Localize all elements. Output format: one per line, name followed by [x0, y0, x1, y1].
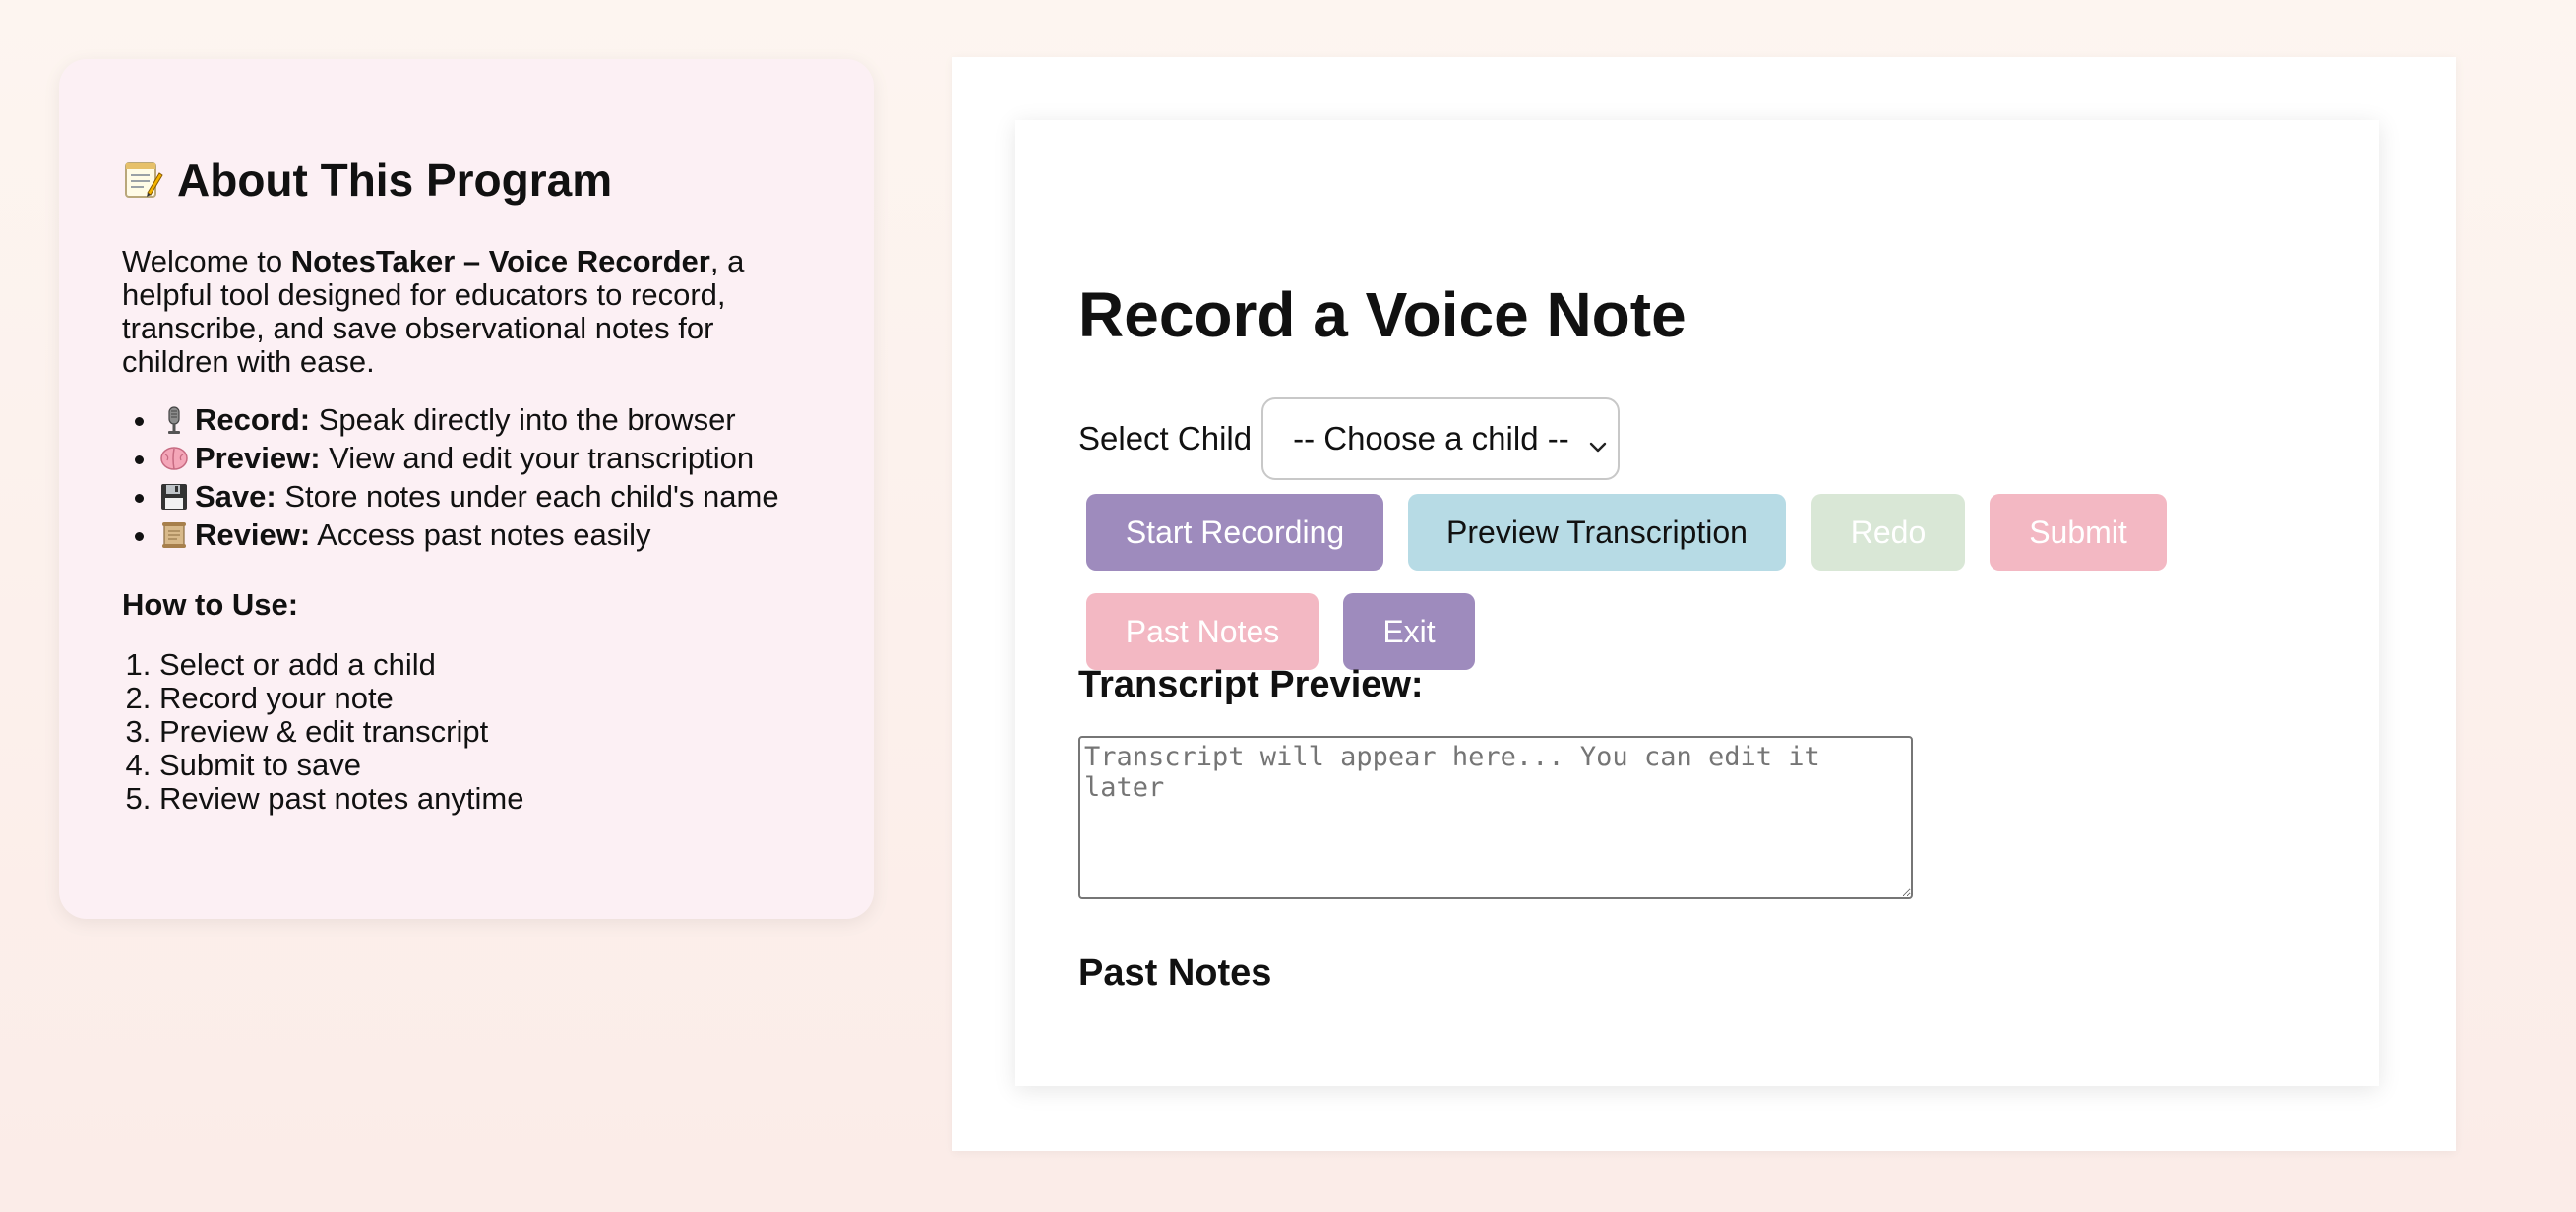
feature-text-preview: View and edit your transcription — [320, 440, 755, 475]
select-child-label: Select Child — [1078, 420, 1253, 456]
chevron-down-icon — [1586, 429, 1610, 453]
child-select-dropdown[interactable]: -- Choose a child -- — [1261, 397, 1621, 480]
past-notes-button[interactable]: Past Notes — [1086, 593, 1319, 670]
feature-label-save: Save: — [195, 478, 276, 514]
feature-text-save: Store notes under each child's name — [276, 478, 779, 514]
about-title-text: About This Program — [177, 154, 613, 206]
page-title: Record a Voice Note — [1078, 279, 1687, 350]
app-name: NotesTaker – Voice Recorder — [290, 243, 710, 278]
intro-paragraph: Welcome to NotesTaker – Voice Recorder, … — [122, 243, 811, 379]
about-sidebar: About This Program Welcome to NotesTaker… — [59, 59, 874, 919]
howto-step: Record your note — [159, 681, 811, 715]
howto-title: How to Use: — [122, 586, 299, 622]
past-notes-heading: Past Notes — [1078, 952, 1272, 994]
select-child-row: Select Child -- Choose a child -- — [1078, 397, 1621, 480]
transcript-textarea[interactable] — [1078, 736, 1913, 899]
exit-button[interactable]: Exit — [1343, 593, 1475, 670]
redo-button[interactable]: Redo — [1811, 494, 1965, 571]
feature-text-review: Access past notes easily — [310, 516, 651, 552]
submit-button[interactable]: Submit — [1990, 494, 2167, 571]
feature-label-preview: Preview: — [195, 440, 321, 475]
main-panel: Record a Voice Note Select Child -- Choo… — [952, 57, 2456, 1151]
scroll-icon — [159, 520, 189, 550]
howto-step: Preview & edit transcript — [159, 714, 811, 749]
feature-list: Record: Speak directly into the browser … — [122, 400, 811, 554]
child-select-value: -- Choose a child -- — [1293, 420, 1569, 456]
feature-label-review: Review: — [195, 516, 311, 552]
howto-step: Review past notes anytime — [159, 781, 811, 816]
memo-icon — [122, 159, 163, 201]
preview-transcription-button[interactable]: Preview Transcription — [1408, 494, 1786, 571]
recorder-card: Record a Voice Note Select Child -- Choo… — [1015, 120, 2379, 1086]
floppy-disk-icon — [159, 482, 189, 512]
feature-item-review: Review: Access past notes easily — [159, 515, 811, 554]
howto-step: Submit to save — [159, 748, 811, 782]
transcript-preview-heading: Transcript Preview: — [1078, 664, 1424, 705]
howto-step: Select or add a child — [159, 647, 811, 682]
feature-label-record: Record: — [195, 401, 311, 437]
feature-item-preview: Preview: View and edit your transcriptio… — [159, 439, 811, 477]
feature-text-record: Speak directly into the browser — [310, 401, 736, 437]
howto-steps: Select or add a child Record your note P… — [122, 647, 811, 816]
about-title: About This Program — [122, 155, 811, 206]
intro-prefix: Welcome to — [122, 243, 291, 278]
microphone-icon — [159, 405, 189, 435]
feature-item-save: Save: Store notes under each child's nam… — [159, 477, 811, 515]
feature-item-record: Record: Speak directly into the browser — [159, 400, 811, 439]
brain-icon — [159, 444, 189, 473]
start-recording-button[interactable]: Start Recording — [1086, 494, 1383, 571]
